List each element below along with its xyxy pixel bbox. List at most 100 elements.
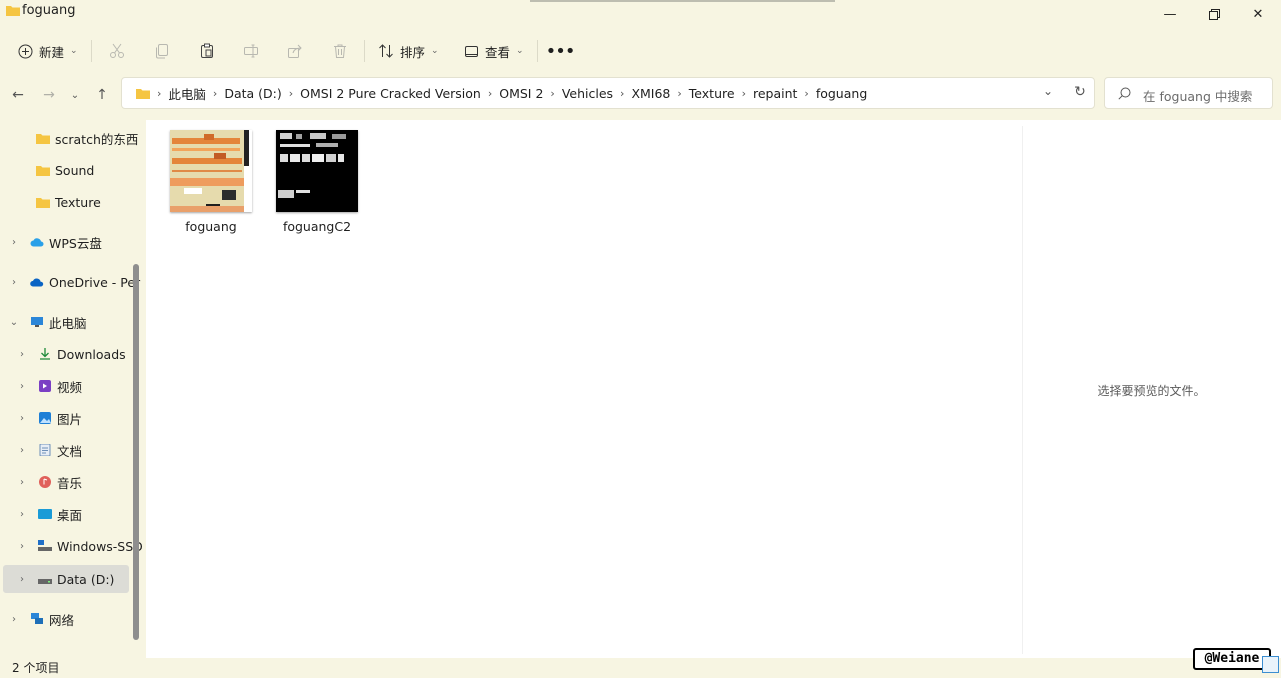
new-button[interactable]: 新建 ⌄	[18, 38, 78, 64]
music-icon	[39, 476, 51, 488]
nav-item-texture[interactable]: Texture	[24, 189, 101, 215]
chevron-down-icon: ⌄	[70, 46, 78, 56]
share-button[interactable]	[282, 38, 308, 64]
breadcrumb-item[interactable]: 此电脑	[162, 84, 212, 103]
address-bar[interactable]: › 此电脑 › Data (D:) › OMSI 2 Pure Cracked …	[121, 77, 1095, 109]
nav-item-onedrive[interactable]: › OneDrive - Per	[8, 269, 140, 295]
toolbar-divider	[537, 40, 538, 62]
breadcrumb-item[interactable]: Data (D:)	[218, 86, 287, 101]
file-item[interactable]: foguang	[156, 130, 266, 234]
sort-label: 排序	[400, 44, 426, 60]
chevron-right-icon[interactable]: ›	[16, 349, 28, 360]
file-name: foguang	[185, 219, 237, 234]
close-icon: ✕	[1252, 6, 1264, 22]
rename-button[interactable]	[238, 38, 264, 64]
arrow-left-icon: ←	[12, 87, 24, 103]
minimize-button[interactable]: —	[1150, 0, 1190, 28]
file-thumbnail	[170, 130, 252, 212]
chevron-right-icon[interactable]: ›	[16, 541, 28, 552]
share-icon	[288, 44, 302, 58]
nav-item-data-d[interactable]: › Data (D:)	[16, 566, 114, 592]
refresh-icon: ↻	[1074, 84, 1086, 100]
arrow-up-icon: ↑	[96, 87, 108, 103]
chevron-right-icon[interactable]: ›	[8, 237, 20, 248]
folder-icon	[36, 198, 50, 208]
chevron-right-icon[interactable]: ›	[16, 509, 28, 520]
refresh-button[interactable]: ↻	[1070, 84, 1090, 102]
nav-item-label: WPS云盘	[49, 235, 102, 251]
paste-icon	[201, 43, 213, 58]
cut-icon	[110, 43, 124, 58]
search-input[interactable]: 在 foguang 中搜索	[1104, 77, 1273, 109]
search-icon	[1118, 87, 1131, 100]
back-button[interactable]: ←	[7, 84, 29, 106]
breadcrumb: › 此电脑 › Data (D:) › OMSI 2 Pure Cracked …	[136, 78, 873, 108]
title-bar: foguang — ✕	[0, 0, 1281, 28]
rename-icon	[244, 44, 258, 58]
delete-button[interactable]	[327, 38, 353, 64]
nav-item-desktop[interactable]: › 桌面	[16, 501, 82, 527]
file-item[interactable]: foguangC2	[262, 130, 372, 234]
view-icon	[465, 45, 478, 57]
chevron-right-icon[interactable]: ›	[8, 614, 20, 625]
nav-item-pictures[interactable]: › 图片	[16, 405, 82, 431]
nav-item-label: 桌面	[57, 507, 83, 523]
sort-icon	[379, 44, 393, 58]
chevron-right-icon[interactable]: ›	[8, 277, 20, 288]
chevron-right-icon[interactable]: ›	[16, 574, 28, 585]
nav-item-downloads[interactable]: › Downloads	[16, 341, 126, 367]
chevron-down-icon[interactable]: ⌄	[8, 317, 20, 328]
details-view-toggle[interactable]	[1262, 656, 1279, 673]
paste-button[interactable]	[194, 38, 220, 64]
nav-item-label: Sound	[55, 162, 95, 178]
breadcrumb-item[interactable]: Vehicles	[556, 86, 619, 101]
recent-locations-button[interactable]: ⌄	[64, 84, 86, 106]
restore-icon	[1208, 8, 1220, 20]
chevron-right-icon[interactable]: ›	[16, 477, 28, 488]
arrow-right-icon: →	[43, 87, 55, 103]
copy-icon	[156, 44, 168, 59]
address-history-button[interactable]: ⌄	[1038, 84, 1058, 102]
add-icon	[18, 44, 33, 58]
sort-button[interactable]: 排序 ⌄	[378, 38, 439, 64]
cut-button[interactable]	[104, 38, 130, 64]
documents-icon	[39, 444, 51, 456]
chevron-right-icon[interactable]: ›	[16, 413, 28, 424]
folder-icon	[36, 134, 50, 144]
nav-item-label: scratch的东西	[55, 131, 139, 147]
nav-item-scratch[interactable]: scratch的东西	[24, 125, 138, 151]
more-options-button[interactable]: •••	[546, 38, 576, 64]
nav-item-music[interactable]: › 音乐	[16, 469, 82, 495]
chevron-down-icon: ⌄	[516, 46, 524, 56]
nav-scrollbar[interactable]	[133, 264, 139, 640]
folder-icon	[136, 89, 150, 99]
nav-item-documents[interactable]: › 文档	[16, 437, 82, 463]
nav-item-windows-ssd[interactable]: › Windows-SSD	[16, 533, 143, 559]
nav-item-videos[interactable]: › 视频	[16, 373, 82, 399]
delete-icon	[334, 44, 346, 58]
command-bar: 新建 ⌄ 排序 ⌄ 查看 ⌄ •••	[0, 28, 1281, 72]
nav-item-label: 网络	[49, 612, 75, 628]
breadcrumb-item[interactable]: OMSI 2	[493, 86, 549, 101]
breadcrumb-item[interactable]: repaint	[747, 86, 803, 101]
nav-item-wps-cloud[interactable]: › WPS云盘	[8, 229, 102, 255]
nav-item-sound[interactable]: Sound	[24, 157, 94, 183]
nav-item-label: 图片	[57, 411, 83, 427]
breadcrumb-item[interactable]: XMI68	[625, 86, 676, 101]
nav-item-this-pc[interactable]: ⌄ 此电脑	[8, 309, 87, 335]
chevron-down-icon: ⌄	[70, 89, 80, 101]
breadcrumb-item[interactable]: Texture	[683, 86, 741, 101]
close-button[interactable]: ✕	[1238, 0, 1278, 28]
copy-button[interactable]	[149, 38, 175, 64]
navigation-pane: scratch的东西 Sound Texture › WPS云盘 › OneDr…	[0, 120, 145, 658]
chevron-right-icon[interactable]: ›	[16, 381, 28, 392]
forward-button[interactable]: →	[38, 84, 60, 106]
nav-item-label: Downloads	[57, 346, 126, 362]
restore-button[interactable]	[1194, 0, 1234, 28]
up-button[interactable]: ↑	[91, 84, 113, 106]
chevron-right-icon[interactable]: ›	[16, 445, 28, 456]
breadcrumb-item[interactable]: OMSI 2 Pure Cracked Version	[294, 86, 487, 101]
nav-item-network[interactable]: › 网络	[8, 606, 74, 632]
breadcrumb-item[interactable]: foguang	[810, 86, 873, 101]
view-button[interactable]: 查看 ⌄	[464, 38, 524, 64]
